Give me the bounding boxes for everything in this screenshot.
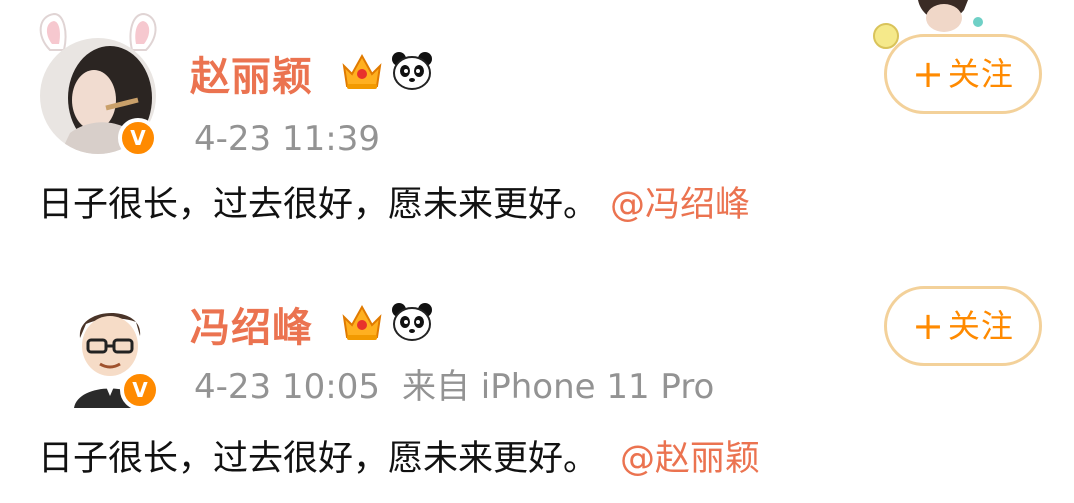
follow-button[interactable]: + 关注 [884,286,1042,366]
post-content: 日子很长，过去很好，愿未来更好。 @冯绍峰 [38,188,750,223]
follow-label: 关注 [947,307,1014,345]
panda-icon [392,52,432,90]
panda-icon [392,303,432,341]
post-meta: 4-23 10:05 来自 iPhone 11 Pro [194,370,714,404]
follow-label: 关注 [947,55,1014,93]
username[interactable]: 冯绍峰 [190,308,313,348]
post-meta: 4-23 11:39 [194,122,380,156]
post-time: 4-23 11:39 [194,119,380,159]
plus-icon: + [912,304,944,348]
follow-button[interactable]: + 关注 [884,34,1042,114]
avatar-wrap[interactable]: V [40,38,162,160]
weibo-post-2: V 冯绍峰 4-23 10:05 来自 iPhone 11 Pro + 关注 日子… [0,250,1074,503]
post-source: 来自 iPhone 11 Pro [401,367,715,407]
verified-v-icon: V [120,370,160,410]
weibo-post-1: V 赵丽颖 4-23 11:39 + 关注 日子很长，过去很好，愿未来更好。 @冯… [0,0,1074,250]
crown-icon [342,53,382,89]
crown-icon [342,304,382,340]
mention-link[interactable]: @冯绍峰 [610,185,750,225]
mention-link[interactable]: @赵丽颖 [620,439,760,479]
plus-icon: + [912,52,944,96]
post-text: 日子很长，过去很好，愿未来更好。 [38,185,599,225]
verified-v-icon: V [118,118,158,158]
avatar-wrap[interactable]: V [60,296,170,416]
post-text: 日子很长，过去很好，愿未来更好。 [38,439,599,479]
username[interactable]: 赵丽颖 [190,57,313,97]
post-time: 4-23 10:05 [194,367,380,407]
post-content: 日子很长，过去很好，愿未来更好。 @赵丽颖 [38,442,760,477]
